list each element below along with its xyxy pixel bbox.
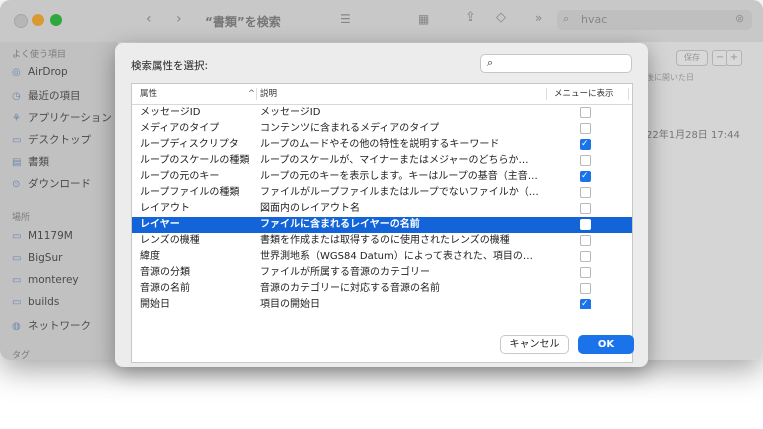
attribute-name: レンズの機種 bbox=[140, 235, 200, 246]
attribute-description: 書類を作成または取得するのに使用されたレンズの機種 bbox=[260, 235, 510, 246]
column-divider bbox=[546, 88, 547, 100]
dialog-prompt: 検索属性を選択: bbox=[131, 60, 209, 72]
attribute-name: ループファイルの種類 bbox=[140, 187, 240, 198]
show-in-menu-checkbox[interactable] bbox=[580, 267, 591, 278]
attribute-description: 音源のカテゴリーに対応する音源の名前 bbox=[260, 283, 440, 294]
search-attribute-dialog: 検索属性を選択: ⌕ 属性 ^ 説明 メニューに表示 メッセージID メッセージI… bbox=[115, 43, 648, 367]
show-in-menu-checkbox[interactable] bbox=[580, 219, 591, 230]
cancel-button[interactable]: キャンセル bbox=[500, 335, 569, 354]
attribute-table: 属性 ^ 説明 メニューに表示 メッセージID メッセージID メディアのタイプ コン… bbox=[131, 83, 633, 363]
table-row[interactable]: レイアウト 図面内のレイアウト名 bbox=[132, 201, 632, 217]
attribute-name: 音源の名前 bbox=[140, 283, 190, 294]
table-row[interactable]: 音源の名前 音源のカテゴリーに対応する音源の名前 bbox=[132, 281, 632, 297]
table-row[interactable]: メッセージID メッセージID bbox=[132, 105, 632, 121]
table-header: 属性 ^ 説明 メニューに表示 bbox=[132, 84, 632, 105]
attribute-name: ループのスケールの種類 bbox=[140, 155, 250, 166]
show-in-menu-checkbox[interactable] bbox=[580, 123, 591, 134]
table-row[interactable]: ループの元のキー ループの元のキーを表示します。キーはループの基音（主音… bbox=[132, 168, 632, 185]
attribute-description: ファイルに含まれるレイヤーの名前 bbox=[260, 219, 420, 230]
attribute-description: ループのスケールが、マイナーまたはメジャーのどちらか… bbox=[260, 155, 529, 166]
attribute-description: 世界測地系（WGS84 Datum）によって表された、項目の… bbox=[260, 251, 533, 262]
attribute-description: ファイルが所属する音源のカテゴリー bbox=[260, 267, 430, 278]
show-in-menu-checkbox[interactable] bbox=[580, 283, 591, 294]
attribute-description: コンテンツに含まれるメディアのタイプ bbox=[260, 123, 440, 134]
show-in-menu-checkbox[interactable] bbox=[580, 155, 591, 166]
attribute-search-input[interactable]: ⌕ bbox=[480, 54, 632, 73]
attribute-name: レイアウト bbox=[140, 203, 190, 214]
attribute-description: ループの元のキーを表示します。キーはループの基音（主音… bbox=[260, 171, 538, 182]
show-in-menu-checkbox[interactable] bbox=[580, 136, 591, 152]
show-in-menu-checkbox[interactable] bbox=[580, 107, 591, 118]
show-in-menu-checkbox[interactable] bbox=[580, 203, 591, 214]
column-divider bbox=[628, 88, 629, 100]
attribute-name: ループディスクリプタ bbox=[140, 139, 239, 150]
table-row[interactable]: ループファイルの種類 ファイルがループファイルまたはループでないファイルか（… bbox=[132, 185, 632, 201]
table-row[interactable]: 緯度 世界測地系（WGS84 Datum）によって表された、項目の… bbox=[132, 249, 632, 265]
column-header-show-in-menu[interactable]: メニューに表示 bbox=[554, 84, 614, 104]
attribute-name: レイヤー bbox=[140, 219, 180, 230]
table-row[interactable]: ループのスケールの種類 ループのスケールが、マイナーまたはメジャーのどちらか… bbox=[132, 153, 632, 169]
column-header-description[interactable]: 説明 bbox=[260, 84, 277, 104]
attribute-description: ループのムードやその他の特性を説明するキーワード bbox=[260, 139, 500, 150]
sort-ascending-icon: ^ bbox=[248, 89, 256, 99]
show-in-menu-checkbox[interactable] bbox=[580, 168, 591, 184]
column-divider bbox=[256, 88, 257, 100]
attribute-name: メッセージID bbox=[140, 107, 201, 118]
search-icon: ⌕ bbox=[487, 56, 494, 69]
show-in-menu-checkbox[interactable] bbox=[580, 235, 591, 246]
ok-button[interactable]: OK bbox=[578, 335, 634, 354]
table-row[interactable]: レイヤー ファイルに含まれるレイヤーの名前 bbox=[132, 217, 632, 233]
attribute-description: メッセージID bbox=[260, 107, 321, 118]
attribute-name: 緯度 bbox=[140, 251, 160, 262]
table-row[interactable]: メディアのタイプ コンテンツに含まれるメディアのタイプ bbox=[132, 121, 632, 137]
attribute-description: ファイルがループファイルまたはループでないファイルか（… bbox=[260, 187, 539, 198]
attribute-name: ループの元のキー bbox=[140, 171, 220, 182]
show-in-menu-checkbox[interactable] bbox=[580, 251, 591, 262]
column-header-attribute[interactable]: 属性 bbox=[140, 84, 157, 104]
show-in-menu-checkbox[interactable] bbox=[580, 187, 591, 198]
table-row[interactable]: 音源の分類 ファイルが所属する音源のカテゴリー bbox=[132, 265, 632, 281]
attribute-name: メディアのタイプ bbox=[140, 123, 220, 134]
attribute-description: 図面内のレイアウト名 bbox=[260, 203, 360, 214]
table-row[interactable]: ループディスクリプタ ループのムードやその他の特性を説明するキーワード bbox=[132, 136, 632, 153]
attribute-name: 音源の分類 bbox=[140, 267, 190, 278]
table-row[interactable]: レンズの機種 書類を作成または取得するのに使用されたレンズの機種 bbox=[132, 233, 632, 249]
